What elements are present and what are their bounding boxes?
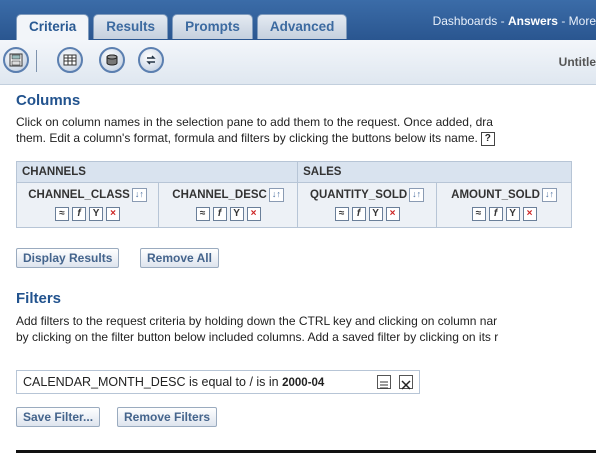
delete-icon[interactable]: ×: [522, 206, 537, 221]
filter-text[interactable]: CALENDAR_MONTH_DESC is equal to / is in: [23, 375, 282, 389]
global-links: Dashboards - Answers - More: [433, 14, 596, 28]
filters-description-line-1: Add filters to the request criteria by h…: [16, 314, 498, 328]
tab-results[interactable]: Results: [93, 14, 169, 39]
format-icon[interactable]: ≈: [55, 206, 70, 221]
column-name[interactable]: AMOUNT_SOLD: [451, 189, 540, 201]
link-separator: -: [497, 14, 508, 28]
display-results-button[interactable]: Display Results: [16, 248, 120, 268]
filter-value[interactable]: 2000-04: [282, 377, 324, 389]
tab-strip: Criteria Results Prompts Advanced: [16, 14, 351, 41]
filter-icon[interactable]: Y: [368, 206, 383, 221]
tab-prompts[interactable]: Prompts: [172, 14, 253, 39]
delete-filter-icon[interactable]: [399, 375, 413, 390]
tab-criteria[interactable]: Criteria: [16, 14, 90, 41]
columns-description: Click on column names in the selection p…: [16, 114, 596, 146]
filters-description: Add filters to the request criteria by h…: [16, 313, 596, 345]
column-channel-desc: CHANNEL_DESC ↓↑ ≈ f Y ×: [158, 182, 299, 228]
save-icon[interactable]: [3, 47, 29, 73]
bottom-divider: [16, 450, 596, 453]
formula-icon[interactable]: f: [488, 206, 503, 221]
column-name[interactable]: QUANTITY_SOLD: [310, 189, 407, 201]
filters-heading: Filters: [16, 290, 62, 307]
column-name[interactable]: CHANNEL_CLASS: [28, 189, 130, 201]
columns-description-line-2: them. Edit a column's format, formula an…: [16, 130, 596, 146]
sort-icon[interactable]: ↓↑: [409, 187, 425, 202]
delete-icon[interactable]: ×: [385, 206, 400, 221]
format-icon[interactable]: ≈: [195, 206, 210, 221]
filter-icon[interactable]: Y: [229, 206, 244, 221]
help-icon[interactable]: ?: [480, 131, 495, 146]
delete-icon[interactable]: ×: [246, 206, 261, 221]
edit-filter-icon[interactable]: [377, 375, 391, 389]
column-name[interactable]: CHANNEL_DESC: [172, 189, 267, 201]
column-channel-class: CHANNEL_CLASS ↓↑ ≈ f Y ×: [15, 182, 160, 228]
formula-icon[interactable]: f: [72, 206, 87, 221]
sort-icon[interactable]: ↓↑: [541, 187, 557, 202]
sort-icon[interactable]: ↓↑: [131, 187, 147, 202]
sort-icon[interactable]: ↓↑: [268, 187, 284, 202]
group-header-sales: SALES: [297, 161, 572, 183]
refresh-icon[interactable]: [138, 47, 164, 73]
column-amount-sold: AMOUNT_SOLD ↓↑ ≈ f Y ×: [436, 182, 572, 228]
answers-link[interactable]: Answers: [508, 14, 558, 28]
group-header-channels: CHANNELS: [15, 161, 299, 183]
formula-icon[interactable]: f: [351, 206, 366, 221]
columns-grid: CHANNELS SALES CHANNEL_CLASS ↓↑ ≈ f Y × C…: [15, 161, 572, 228]
request-title: Untitle: [558, 55, 596, 69]
dashboards-link[interactable]: Dashboards: [433, 14, 498, 28]
columns-description-line-1: Click on column names in the selection p…: [16, 115, 493, 129]
format-icon[interactable]: ≈: [334, 206, 349, 221]
top-bar: Criteria Results Prompts Advanced Dashbo…: [0, 0, 596, 41]
formula-icon[interactable]: f: [212, 206, 227, 221]
filter-icon[interactable]: Y: [505, 206, 520, 221]
tab-advanced[interactable]: Advanced: [256, 14, 348, 39]
toolbar-separator: [36, 50, 37, 72]
filter-icon[interactable]: Y: [89, 206, 104, 221]
columns-description-text: them. Edit a column's format, formula an…: [16, 131, 478, 145]
remove-filters-button[interactable]: Remove Filters: [117, 407, 218, 427]
save-filter-button[interactable]: Save Filter...: [16, 407, 101, 427]
format-icon[interactable]: ≈: [471, 206, 486, 221]
database-icon[interactable]: [99, 47, 125, 73]
column-quantity-sold: QUANTITY_SOLD ↓↑ ≈ f Y ×: [297, 182, 438, 228]
link-separator: -: [557, 14, 569, 28]
filters-description-line-2: by clicking on the filter button below i…: [16, 330, 499, 344]
more-link[interactable]: More: [569, 14, 596, 28]
toolbar: Untitle: [0, 40, 596, 85]
delete-icon[interactable]: ×: [106, 206, 121, 221]
columns-heading: Columns: [16, 92, 81, 109]
table-view-icon[interactable]: [57, 47, 83, 73]
remove-all-button[interactable]: Remove All: [140, 248, 219, 268]
filter-item: CALENDAR_MONTH_DESC is equal to / is in …: [16, 370, 420, 394]
